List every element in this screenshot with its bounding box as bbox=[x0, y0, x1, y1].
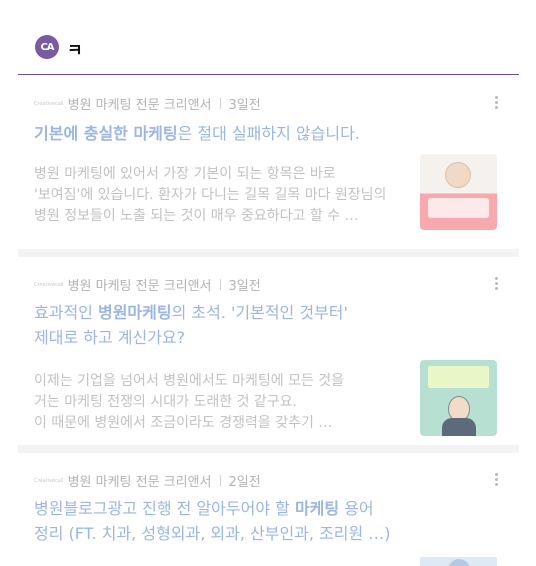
post-card[interactable]: Creativecall 병원 마케팅 전문 크리앤서 2일전 병원블로그광고 … bbox=[18, 453, 519, 566]
top-bar: CA ㅋ bbox=[18, 0, 519, 75]
title-text: 은 절대 실패하지 않습니다. bbox=[177, 124, 360, 143]
post-title[interactable]: 기본에 충실한 마케팅은 절대 실패하지 않습니다. bbox=[34, 121, 434, 146]
title-text: 병원블로그광고 진행 전 알아두어야 할 bbox=[34, 499, 295, 518]
more-options-icon[interactable] bbox=[493, 277, 499, 290]
title-keyword: 기본에 충실한 마케팅 bbox=[34, 124, 178, 143]
doctor-portrait-thumbnail[interactable] bbox=[420, 154, 497, 230]
divider bbox=[219, 279, 221, 290]
post-title[interactable]: 병원블로그광고 진행 전 알아두어야 할 마케팅 용어 정리 (FT. 치과, … bbox=[34, 496, 454, 546]
title-text: 효과적인 bbox=[34, 303, 98, 322]
title-keyword: 마케팅 bbox=[294, 499, 340, 518]
person-icon bbox=[448, 559, 470, 566]
brand-logo-text: Creativecall bbox=[34, 100, 64, 107]
post-card[interactable]: Creativecall 병원 마케팅 전문 크리앤서 3일전 효과적인 병원마… bbox=[18, 257, 519, 445]
title-keyword: 병원마케팅 bbox=[97, 303, 172, 322]
divider bbox=[219, 475, 221, 486]
headline-box bbox=[428, 366, 489, 388]
more-options-icon[interactable] bbox=[493, 96, 499, 109]
excerpt-line: 이제는 기업을 넘어서 병원에서도 마케팅에 모든 것을 bbox=[34, 373, 345, 389]
post-time: 3일전 bbox=[228, 279, 261, 294]
logo-text: CA bbox=[40, 41, 54, 53]
brand-logo-text: Creativecall bbox=[34, 477, 64, 484]
app-logo-icon[interactable]: CA bbox=[35, 35, 59, 59]
post-meta: Creativecall 병원 마케팅 전문 크리앤서 2일전 bbox=[34, 471, 261, 490]
post-card[interactable]: Creativecall 병원 마케팅 전문 크리앤서 3일전 기본에 충실한 … bbox=[18, 76, 519, 249]
excerpt-line: 이 때문에 병원에서 조금이라도 경쟁력을 갖추기 … bbox=[34, 415, 333, 431]
title-text: 의 초석. '기본적인 것부터' bbox=[171, 303, 348, 322]
card-divider bbox=[18, 445, 519, 453]
excerpt-line: 병원 정보들이 노출 되는 것이 매우 중요하다고 할 수 … bbox=[34, 208, 359, 224]
post-time: 2일전 bbox=[228, 475, 261, 490]
author-name[interactable]: 병원 마케팅 전문 크리앤서 bbox=[68, 275, 212, 294]
card-divider bbox=[18, 249, 519, 257]
author-name[interactable]: 병원 마케팅 전문 크리앤서 bbox=[68, 94, 212, 113]
brand-logo-text: Creativecall bbox=[34, 281, 64, 288]
businessman-illustration-thumbnail[interactable] bbox=[420, 360, 497, 436]
caption-box bbox=[428, 198, 489, 218]
post-time: 3일전 bbox=[228, 98, 261, 113]
more-options-icon[interactable] bbox=[493, 473, 499, 486]
post-title[interactable]: 효과적인 병원마케팅의 초석. '기본적인 것부터' 제대로 하고 계신가요? bbox=[34, 300, 434, 350]
post-excerpt[interactable]: 이제는 기업을 넘어서 병원에서도 마케팅에 모든 것을 거는 마케팅 전쟁의 … bbox=[34, 371, 419, 434]
excerpt-line: '보여짐'에 있습니다. 환자가 다니는 길목 길목 마다 원장님의 bbox=[34, 187, 387, 203]
post-meta: Creativecall 병원 마케팅 전문 크리앤서 3일전 bbox=[34, 94, 261, 113]
post-feed: Creativecall 병원 마케팅 전문 크리앤서 3일전 기본에 충실한 … bbox=[18, 76, 519, 566]
face-icon bbox=[445, 162, 471, 188]
title-text: 정리 (FT. 치과, 성형외과, 외과, 산부인과, 조리원 …) bbox=[34, 524, 391, 543]
search-query[interactable]: ㅋ bbox=[67, 36, 83, 61]
divider bbox=[219, 98, 221, 109]
excerpt-line: 거는 마케팅 전쟁의 시대가 도래한 것 같구요. bbox=[34, 394, 297, 410]
illustration-thumbnail[interactable] bbox=[420, 557, 497, 566]
excerpt-line: 병원 마케팅에 있어서 가장 기본이 되는 항목은 바로 bbox=[34, 166, 336, 182]
author-name[interactable]: 병원 마케팅 전문 크리앤서 bbox=[68, 471, 212, 490]
title-text: 용어 bbox=[339, 499, 374, 518]
post-excerpt[interactable]: 병원 마케팅에 있어서 가장 기본이 되는 항목은 바로 '보여짐'에 있습니다… bbox=[34, 164, 419, 227]
post-meta: Creativecall 병원 마케팅 전문 크리앤서 3일전 bbox=[34, 275, 261, 294]
suit-shape bbox=[442, 418, 476, 436]
title-text: 제대로 하고 계신가요? bbox=[34, 328, 186, 347]
